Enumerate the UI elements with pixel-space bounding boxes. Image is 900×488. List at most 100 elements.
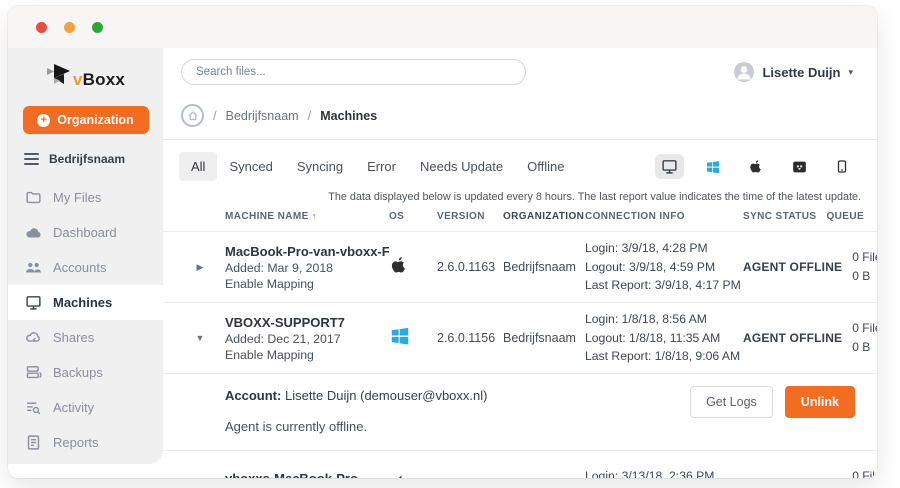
update-notice: The data displayed below is updated ever… bbox=[163, 181, 877, 203]
user-menu[interactable]: Lisette Duijn ▾ bbox=[734, 62, 853, 82]
column-header-sync-status[interactable]: SYNC STATUS bbox=[743, 211, 816, 222]
unlink-button[interactable]: Unlink bbox=[785, 386, 855, 418]
apple-icon bbox=[748, 158, 764, 175]
mobile-filter-button[interactable] bbox=[829, 154, 855, 179]
linux-filter-button[interactable] bbox=[785, 155, 814, 179]
breadcrumb: / Bedrijfsnaam / Machines bbox=[163, 100, 877, 140]
apple-icon bbox=[389, 254, 409, 276]
enable-mapping-link[interactable]: Enable Mapping bbox=[225, 348, 389, 362]
machine-name: vboxxs-MacBook-Pro bbox=[225, 471, 389, 479]
main-content: Lisette Duijn ▾ / Bedrijfsnaam / Machine… bbox=[163, 48, 877, 478]
server-icon bbox=[25, 364, 42, 381]
people-icon bbox=[25, 259, 42, 276]
user-name: Lisette Duijn bbox=[762, 65, 840, 80]
account-value: Lisette Duijn (demouser@vboxx.nl) bbox=[285, 388, 488, 403]
machine-version: 2.6.0.1156 bbox=[437, 331, 503, 345]
sidebar-item-backups[interactable]: Backups bbox=[8, 355, 163, 390]
sidebar: vBoxx + Organization Bedrijfsnaam My Fil… bbox=[8, 48, 163, 464]
sidebar-item-my-files[interactable]: My Files bbox=[8, 180, 163, 215]
organization-name: Bedrijfsnaam bbox=[49, 152, 125, 166]
sidebar-item-activity[interactable]: Activity bbox=[8, 390, 163, 425]
avatar bbox=[734, 62, 754, 82]
apple-icon bbox=[389, 473, 409, 479]
home-icon[interactable] bbox=[181, 104, 204, 127]
sidebar-item-reports[interactable]: Reports bbox=[8, 425, 163, 460]
breadcrumb-separator: / bbox=[213, 108, 217, 123]
breadcrumb-item-organization[interactable]: Bedrijfsnaam bbox=[226, 109, 299, 123]
queue-info: 0 Files 0 B bbox=[842, 467, 877, 478]
column-header-organization[interactable]: ORGANIZATION bbox=[503, 211, 585, 222]
search-input[interactable] bbox=[181, 59, 526, 85]
machine-name: VBOXX-SUPPORT7 bbox=[225, 315, 389, 330]
desktop-filter-button[interactable] bbox=[655, 154, 684, 179]
collapse-row-icon[interactable]: ▼ bbox=[183, 333, 217, 343]
sidebar-item-label: My Files bbox=[53, 190, 101, 205]
cloud-icon bbox=[25, 224, 42, 241]
linux-icon bbox=[791, 159, 808, 175]
account-label: Account: bbox=[225, 388, 281, 403]
machine-organization: Bedrijfsnaam bbox=[503, 260, 585, 274]
filter-tabs: All Synced Syncing Error Needs Update Of… bbox=[163, 140, 877, 181]
connection-info: Login: 1/8/18, 8:56 AM Logout: 1/8/18, 1… bbox=[585, 310, 743, 367]
machine-row: ▶ vboxxs-MacBook-Pro Added: Mar 13, 2018… bbox=[163, 450, 877, 478]
vboxx-logo: vBoxx bbox=[8, 64, 163, 90]
sidebar-item-dashboard[interactable]: Dashboard bbox=[8, 215, 163, 250]
column-header-connection-info[interactable]: CONNECTION INFO bbox=[585, 211, 743, 222]
sidebar-item-shares[interactable]: Shares bbox=[8, 320, 163, 355]
column-header-os[interactable]: OS bbox=[389, 211, 437, 222]
tab-offline[interactable]: Offline bbox=[515, 152, 576, 181]
table-header: MACHINE NAME ↑ OS VERSION ORGANIZATION C… bbox=[163, 211, 877, 231]
column-header-queue[interactable]: QUEUE bbox=[816, 211, 870, 222]
column-header-machine-name[interactable]: MACHINE NAME ↑ bbox=[217, 211, 389, 222]
tab-error[interactable]: Error bbox=[355, 152, 408, 181]
sync-status-badge: AGENT OFFLINE bbox=[743, 260, 842, 274]
get-logs-button[interactable]: Get Logs bbox=[690, 386, 773, 418]
machine-row: ▼ VBOXX-SUPPORT7 Added: Dec 21, 2017 Ena… bbox=[163, 302, 877, 373]
menu-icon bbox=[24, 153, 39, 165]
windows-icon bbox=[389, 325, 411, 347]
mobile-icon bbox=[835, 158, 849, 175]
plus-icon: + bbox=[37, 114, 50, 127]
vboxx-logo-icon bbox=[46, 64, 76, 90]
expand-row-icon[interactable]: ▶ bbox=[183, 262, 217, 273]
sidebar-item-label: Machines bbox=[53, 295, 112, 310]
os-filter-group bbox=[655, 154, 855, 179]
sidebar-item-label: Shares bbox=[53, 330, 94, 345]
sidebar-item-label: Backups bbox=[53, 365, 103, 380]
apple-filter-button[interactable] bbox=[742, 154, 770, 179]
sidebar-item-label: Accounts bbox=[53, 260, 106, 275]
machine-name: MacBook-Pro-van-vboxx-Fab... bbox=[225, 244, 389, 259]
maximize-window-icon[interactable] bbox=[92, 22, 103, 33]
monitor-icon bbox=[25, 294, 42, 311]
queue-info: 0 Files 0 B bbox=[842, 319, 877, 357]
breadcrumb-item-machines: Machines bbox=[320, 109, 377, 123]
monitor-icon bbox=[661, 158, 678, 175]
tab-needs-update[interactable]: Needs Update bbox=[408, 152, 515, 181]
sidebar-item-accounts[interactable]: Accounts bbox=[8, 250, 163, 285]
close-window-icon[interactable] bbox=[36, 22, 47, 33]
machine-added-date: Added: Mar 9, 2018 bbox=[225, 261, 389, 275]
sidebar-item-machines[interactable]: Machines bbox=[8, 285, 163, 320]
agent-status-message: Agent is currently offline. bbox=[225, 419, 855, 434]
report-icon bbox=[25, 434, 42, 451]
column-header-version[interactable]: VERSION bbox=[437, 211, 503, 222]
organization-selector[interactable]: Bedrijfsnaam bbox=[8, 134, 163, 172]
tab-synced[interactable]: Synced bbox=[217, 152, 284, 181]
minimize-window-icon[interactable] bbox=[64, 22, 75, 33]
tab-syncing[interactable]: Syncing bbox=[285, 152, 355, 181]
machine-row: ▶ MacBook-Pro-van-vboxx-Fab... Added: Ma… bbox=[163, 231, 877, 302]
chevron-down-icon: ▾ bbox=[848, 67, 853, 78]
app-window: vBoxx + Organization Bedrijfsnaam My Fil… bbox=[8, 6, 877, 478]
activity-icon bbox=[25, 399, 42, 416]
queue-info: 0 Files 0 B bbox=[842, 248, 877, 286]
windows-filter-button[interactable] bbox=[699, 155, 727, 179]
main-header: Lisette Duijn ▾ bbox=[163, 48, 877, 100]
add-organization-button[interactable]: + Organization bbox=[23, 106, 149, 134]
sidebar-item-label: Activity bbox=[53, 400, 94, 415]
tab-all[interactable]: All bbox=[179, 152, 217, 181]
enable-mapping-link[interactable]: Enable Mapping bbox=[225, 277, 389, 291]
sidebar-nav: My Files Dashboard Accounts Mac bbox=[8, 180, 163, 460]
machine-detail-panel: Account: Lisette Duijn (demouser@vboxx.n… bbox=[163, 373, 877, 450]
vboxx-logo-text: vBoxx bbox=[73, 70, 125, 90]
connection-info: Login: 3/13/18, 2:36 PM Logout: 3/13/18,… bbox=[585, 467, 743, 478]
